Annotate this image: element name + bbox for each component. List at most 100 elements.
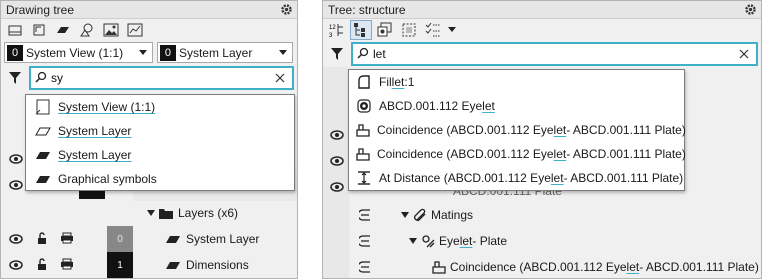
suggestion-pre: Fil	[379, 75, 392, 89]
tree-search-input[interactable]	[373, 47, 553, 61]
group-label-match: let	[459, 234, 473, 248]
eye-icon[interactable]	[8, 257, 24, 273]
suggestion-match: let	[550, 171, 564, 185]
matings-label: Matings	[431, 208, 474, 222]
eye-icon[interactable]	[329, 179, 345, 195]
eye-icon[interactable]	[8, 151, 24, 167]
suggestion-item[interactable]: Coincidence (ABCD.001.112 Eye let - ABCD.…	[349, 142, 686, 166]
symbols-icon[interactable]	[76, 20, 98, 40]
mating-group-icon	[422, 235, 435, 248]
chevron-down-icon	[147, 210, 155, 216]
tree-row-dimensions[interactable]: Dimensions	[165, 252, 249, 278]
image-icon[interactable]	[100, 20, 122, 40]
include-icon[interactable]	[357, 259, 373, 275]
suggestion-label: System Layer	[58, 148, 132, 162]
tree-search-box	[29, 66, 294, 90]
chevron-down-icon	[138, 50, 147, 55]
eye-icon[interactable]	[8, 231, 24, 247]
eyelet-plate-group-row[interactable]: Eye let - Plate	[409, 228, 507, 254]
tree-row-coincidence[interactable]: Coincidence (ABCD.001.112 Eye let - ABCD.…	[431, 254, 759, 278]
filter-icon[interactable]	[4, 67, 26, 89]
layer-select-value: System Layer	[178, 45, 253, 60]
suggestion-pre: At Distance (ABCD.001.112 Eye	[379, 171, 551, 185]
selection-icon[interactable]	[398, 20, 420, 40]
unlock-icon[interactable]	[34, 230, 50, 246]
close-icon[interactable]	[737, 47, 751, 61]
eye-icon[interactable]	[8, 177, 24, 193]
layer-icon[interactable]	[52, 20, 74, 40]
suggestion-item[interactable]: System Layer	[26, 119, 294, 143]
suggestion-item[interactable]: System View (1:1)	[26, 95, 294, 119]
coincidence-icon	[355, 121, 371, 139]
search-suggestions: System View (1:1) System Layer System La…	[25, 94, 295, 191]
suggestion-match: let	[391, 75, 405, 89]
tree-row-system-layer[interactable]: System Layer	[165, 226, 259, 252]
tree-structure-icon[interactable]	[350, 20, 372, 40]
suggestion-item[interactable]: Fil let:1	[349, 70, 684, 94]
suggestion-item[interactable]: Graphical symbols	[26, 167, 294, 191]
suggestion-item[interactable]: At Distance (ABCD.001.112 Eye let - ABCD.…	[349, 166, 684, 190]
gear-icon[interactable]	[743, 3, 757, 17]
eye-icon[interactable]	[329, 127, 345, 143]
view-icon[interactable]	[4, 20, 26, 40]
coincidence-icon	[432, 261, 446, 274]
include-icon[interactable]	[357, 233, 373, 249]
checklist-icon[interactable]	[422, 20, 444, 40]
fillet-icon	[355, 73, 373, 91]
eye-icon[interactable]	[329, 153, 345, 169]
view-icon	[34, 98, 52, 116]
filter-row	[1, 65, 297, 91]
drawing-toolbar	[1, 19, 297, 41]
layers-folder-label: Layers (x6)	[178, 206, 239, 220]
suggestion-match: let	[482, 99, 495, 113]
close-icon[interactable]	[273, 71, 287, 85]
suggestion-post: - ABCD.001.111 Plate)	[566, 147, 686, 161]
suggestion-pre: Coincidence (ABCD.001.112 Eye	[377, 147, 554, 161]
view-insert-icon[interactable]	[28, 20, 50, 40]
matings-folder-row[interactable]: Matings	[401, 202, 473, 228]
suggestion-item[interactable]: System Layer	[26, 143, 294, 167]
view-select[interactable]: 0 System View (1:1)	[4, 42, 153, 63]
chart-icon[interactable]	[124, 20, 146, 40]
layer-number: 0	[107, 226, 133, 252]
components-icon[interactable]	[374, 20, 396, 40]
tree-order-icon[interactable]: 12 3	[326, 20, 348, 40]
layer-number: 1	[107, 252, 133, 278]
suggestion-label: System View (1:1)	[58, 100, 156, 114]
tree-search-input[interactable]	[51, 71, 231, 85]
suggestion-match: let	[553, 147, 567, 161]
folder-icon	[159, 208, 173, 219]
suggestion-label: Graphical symbols	[58, 172, 157, 186]
layers-folder-row[interactable]: Layers (x6)	[147, 200, 238, 226]
drawing-tree-titlebar: Drawing tree	[1, 1, 297, 19]
layer-color-swatch: 0	[159, 44, 176, 61]
search-icon	[357, 47, 369, 62]
filter-icon[interactable]	[326, 43, 348, 65]
suggestion-item[interactable]: Coincidence (ABCD.001.112 Eye let - ABCD.…	[349, 118, 686, 142]
suggestion-pre: Coincidence (ABCD.001.112 Eye	[377, 123, 554, 137]
tree-search-box	[351, 42, 758, 66]
structure-tree-panel: Tree: structure 123 ABCD.001.111 Plate M…	[322, 0, 762, 279]
group-label-pre: Eye	[439, 234, 460, 248]
suggestion-item[interactable]: ABCD.001.112 Eye let	[349, 94, 684, 118]
panel-title: Drawing tree	[6, 2, 75, 17]
eyelet-icon	[355, 97, 373, 115]
coincidence-icon	[355, 145, 371, 163]
search-suggestions: Fil let:1 ABCD.001.112 Eye let Coincidence…	[348, 69, 686, 191]
structure-toolbar: 12 3	[323, 19, 761, 41]
chevron-down-icon[interactable]	[446, 20, 458, 40]
printer-icon[interactable]	[59, 256, 75, 272]
tree-gutter	[323, 67, 349, 278]
suggestion-label: System Layer	[58, 124, 132, 138]
suggestion-pre: ABCD.001.112 Eye	[379, 99, 483, 113]
layer-select[interactable]: 0 System Layer	[156, 42, 293, 63]
gear-icon[interactable]	[279, 3, 293, 17]
unlock-icon[interactable]	[34, 256, 50, 272]
tree-row-label: System Layer	[186, 232, 260, 246]
panel-title: Tree: structure	[328, 2, 406, 17]
chevron-down-icon	[409, 238, 417, 244]
suggestion-post: - ABCD.001.111 Plate)	[563, 171, 684, 185]
printer-icon[interactable]	[59, 230, 75, 246]
chevron-down-icon	[279, 50, 287, 55]
include-icon[interactable]	[357, 207, 373, 223]
